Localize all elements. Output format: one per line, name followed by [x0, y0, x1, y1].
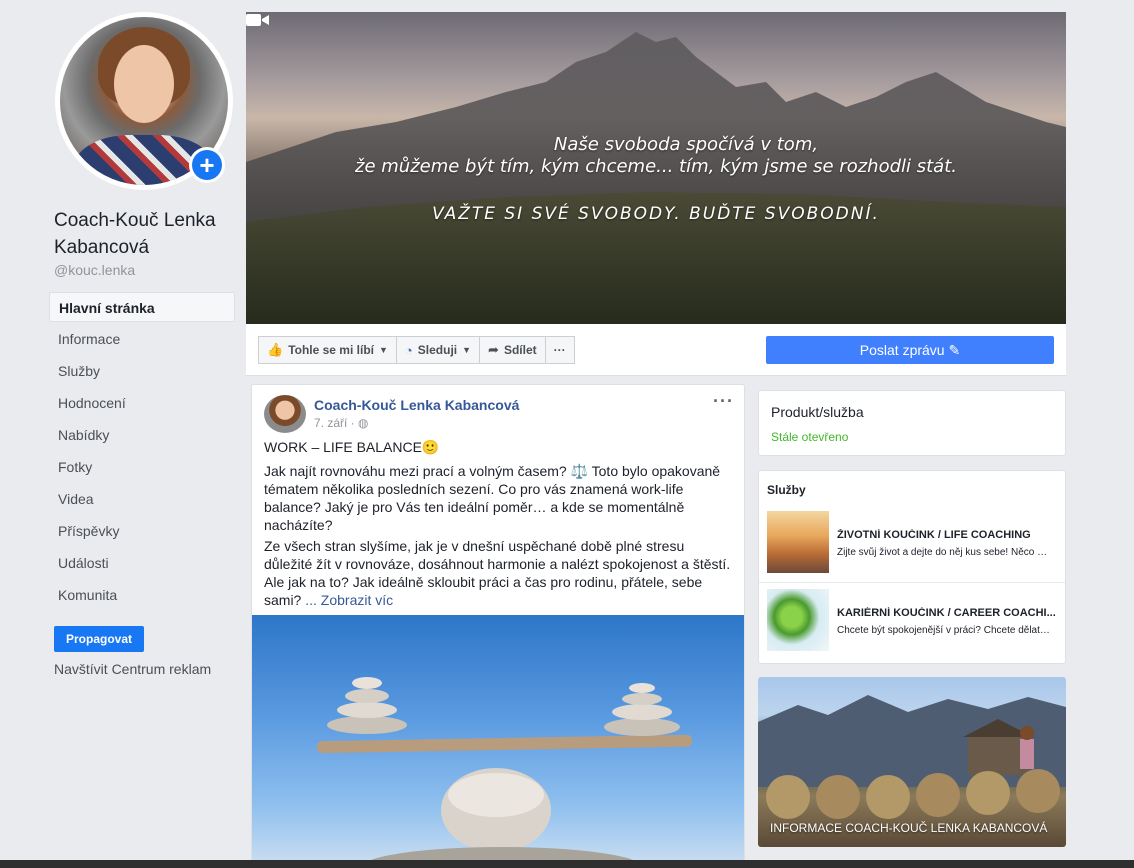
service-title: ŽIVOTNÍ KOUČINK / LIFE COACHING: [837, 529, 1031, 541]
page-handle[interactable]: @kouc.lenka: [54, 262, 135, 278]
follow-label: Sleduji: [417, 343, 458, 357]
balance-stones-image: [317, 677, 692, 867]
add-photo-button[interactable]: +: [189, 147, 225, 183]
avatar-face: [114, 45, 174, 123]
chevron-down-icon: ▼: [378, 345, 388, 355]
nav-item-photos[interactable]: Fotky: [49, 452, 235, 482]
like-label: Tohle se mi líbí: [288, 343, 374, 357]
taskbar-strip: [0, 860, 1134, 868]
left-sidebar: + Coach-Kouč Lenka Kabancová @kouc.lenka…: [0, 0, 240, 868]
page-title[interactable]: Coach-Kouč Lenka Kabancová: [54, 207, 239, 261]
cover-quote-line3: VAŽTE SI SVÉ SVOBODY. BUĎTE SVOBODNÍ.: [432, 204, 880, 224]
see-more-link[interactable]: ... Zobrazit víc: [305, 592, 393, 608]
post-more-button[interactable]: ···: [713, 391, 734, 412]
services-heading[interactable]: Služby: [767, 483, 806, 497]
nav-item-services[interactable]: Služby: [49, 356, 235, 386]
service-description: Chcete být spokojenější v práci? Chcete …: [837, 625, 1051, 636]
services-card: Služby ŽIVOTNÍ KOUČINK / LIFE COACHING Ž…: [758, 470, 1066, 664]
ads-center-link[interactable]: Navštívit Centrum reklam: [54, 661, 211, 677]
nav-item-about[interactable]: Informace: [49, 324, 235, 354]
send-message-button[interactable]: Poslat zprávu ✎: [766, 336, 1054, 364]
post-timestamp[interactable]: 7. září · ◍: [314, 416, 369, 430]
promote-button[interactable]: Propagovat: [54, 626, 144, 652]
share-label: Sdílet: [503, 343, 537, 357]
follow-button[interactable]: ◔ Sleduji ▼: [395, 336, 481, 364]
share-arrow-icon: ➦: [488, 342, 499, 357]
service-thumbnail: [767, 589, 829, 651]
nav-item-community[interactable]: Komunita: [49, 580, 235, 610]
post-paragraph: Jak najít rovnováhu mezi prací a volným …: [264, 463, 721, 533]
chevron-down-icon: ▼: [462, 345, 472, 355]
post-card: Coach-Kouč Lenka Kabancová 7. září · ◍ ·…: [251, 384, 745, 868]
more-dots-icon: ···: [553, 343, 566, 357]
rss-icon: ◔: [404, 342, 413, 358]
page-category[interactable]: Produkt/služba: [771, 404, 864, 420]
about-card[interactable]: INFORMACE COACH-KOUČ LENKA KABANCOVÁ: [758, 677, 1066, 847]
plus-icon: +: [192, 150, 222, 180]
service-item[interactable]: ŽIVOTNÍ KOUČINK / LIFE COACHING Žijte sv…: [759, 507, 1065, 583]
nav-item-home[interactable]: Hlavní stránka: [49, 292, 235, 322]
globe-icon: ◍: [358, 416, 369, 430]
cover-quote-line2: že můžeme být tím, kým chceme... tím, ký…: [355, 156, 957, 177]
open-status: Stále otevřeno: [771, 430, 849, 444]
about-card-title: INFORMACE COACH-KOUČ LENKA KABANCOVÁ: [770, 821, 1048, 835]
nav-item-offers[interactable]: Nabídky: [49, 420, 235, 450]
post-title: WORK – LIFE BALANCE🙂: [264, 439, 440, 455]
service-title: KARIÉRNÍ KOUČINK / CAREER COACHI...: [837, 607, 1056, 619]
like-button[interactable]: 👍 Tohle se mi líbí ▼: [258, 336, 397, 364]
post-paragraph: Ze všech stran slyšíme, jak je v dnešní …: [264, 537, 736, 609]
nav-item-posts[interactable]: Příspěvky: [49, 516, 235, 546]
page-action-bar: 👍 Tohle se mi líbí ▼ ◔ Sleduji ▼ ➦ Sdíle…: [246, 324, 1066, 376]
page-info-card: Produkt/služba Stále otevřeno: [758, 390, 1066, 456]
post-author-avatar[interactable]: [264, 395, 306, 433]
post-author-name[interactable]: Coach-Kouč Lenka Kabancová: [314, 397, 519, 413]
service-description: Žijte svůj život a dejte do něj kus sebe…: [837, 547, 1051, 558]
video-camera-icon[interactable]: [246, 12, 270, 28]
cover-quote-line1: Naše svoboda spočívá v tom,: [553, 134, 819, 155]
page-nav: Hlavní stránka Informace Služby Hodnocen…: [49, 292, 235, 612]
more-options-button[interactable]: ···: [544, 336, 575, 364]
page-action-buttons: 👍 Tohle se mi líbí ▼ ◔ Sleduji ▼ ➦ Sdíle…: [258, 336, 575, 364]
post-date: 7. září ·: [314, 416, 359, 430]
nav-item-videos[interactable]: Videa: [49, 484, 235, 514]
cover-photo[interactable]: Naše svoboda spočívá v tom, že můžeme bý…: [246, 12, 1066, 324]
share-button[interactable]: ➦ Sdílet: [479, 336, 546, 364]
service-item[interactable]: KARIÉRNÍ KOUČINK / CAREER COACHI... Chce…: [759, 585, 1065, 661]
service-thumbnail: [767, 511, 829, 573]
post-image[interactable]: [252, 615, 744, 867]
nav-item-events[interactable]: Události: [49, 548, 235, 578]
thumbs-up-icon: 👍: [267, 342, 284, 357]
nav-item-reviews[interactable]: Hodnocení: [49, 388, 235, 418]
